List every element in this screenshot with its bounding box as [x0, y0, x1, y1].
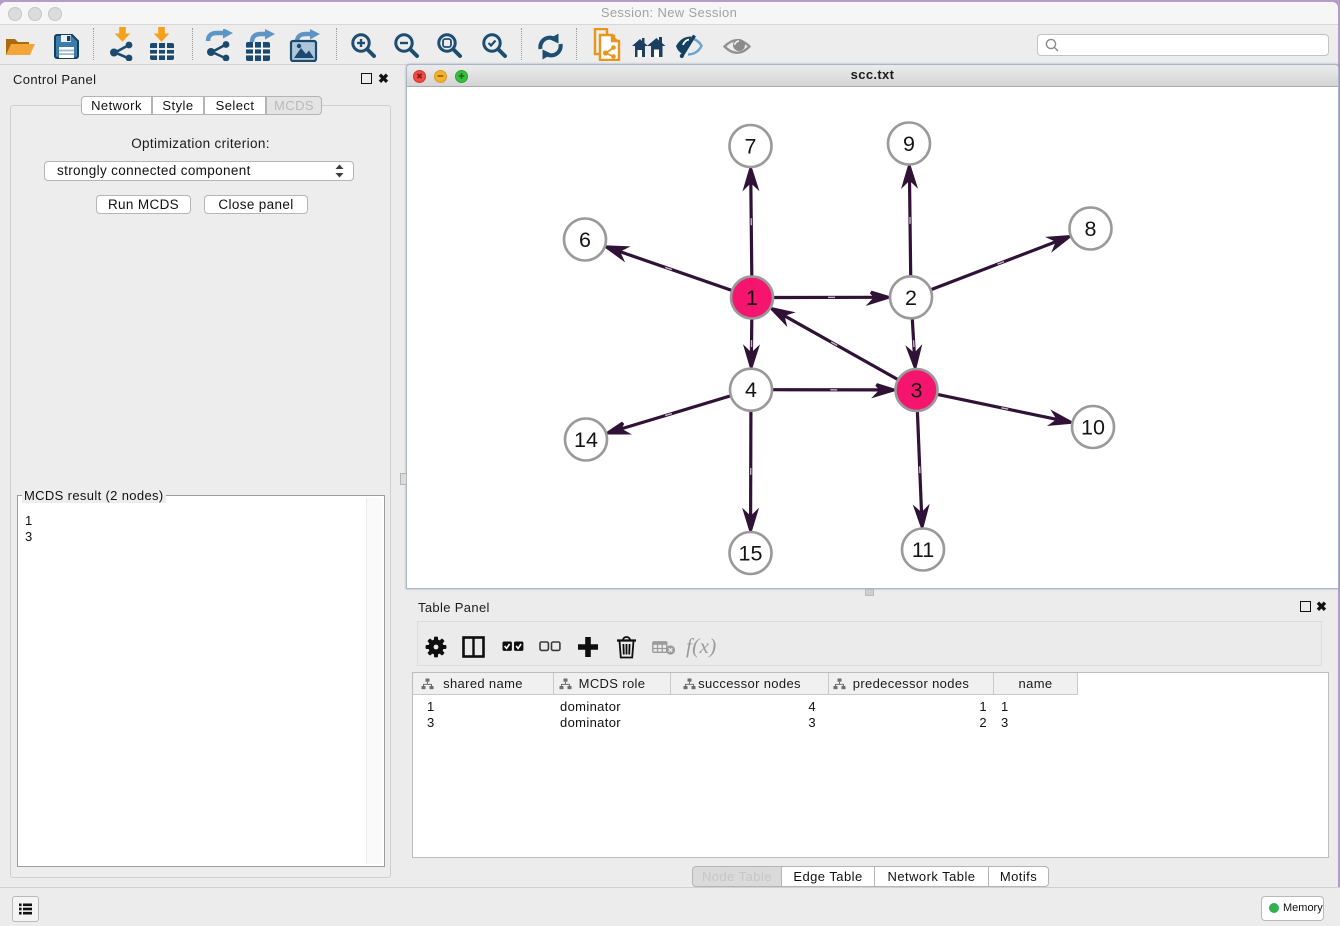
- svg-text:9: 9: [903, 132, 915, 156]
- svg-text:8: 8: [1085, 217, 1097, 241]
- svg-text:7: 7: [745, 135, 757, 159]
- svg-text:3: 3: [911, 379, 923, 403]
- svg-text:6: 6: [579, 228, 591, 252]
- svg-text:10: 10: [1081, 416, 1105, 440]
- svg-text:4: 4: [745, 378, 757, 402]
- svg-text:15: 15: [739, 542, 763, 566]
- svg-text:2: 2: [905, 286, 917, 310]
- svg-text:14: 14: [574, 428, 598, 452]
- svg-text:11: 11: [912, 538, 934, 562]
- svg-text:1: 1: [746, 286, 758, 310]
